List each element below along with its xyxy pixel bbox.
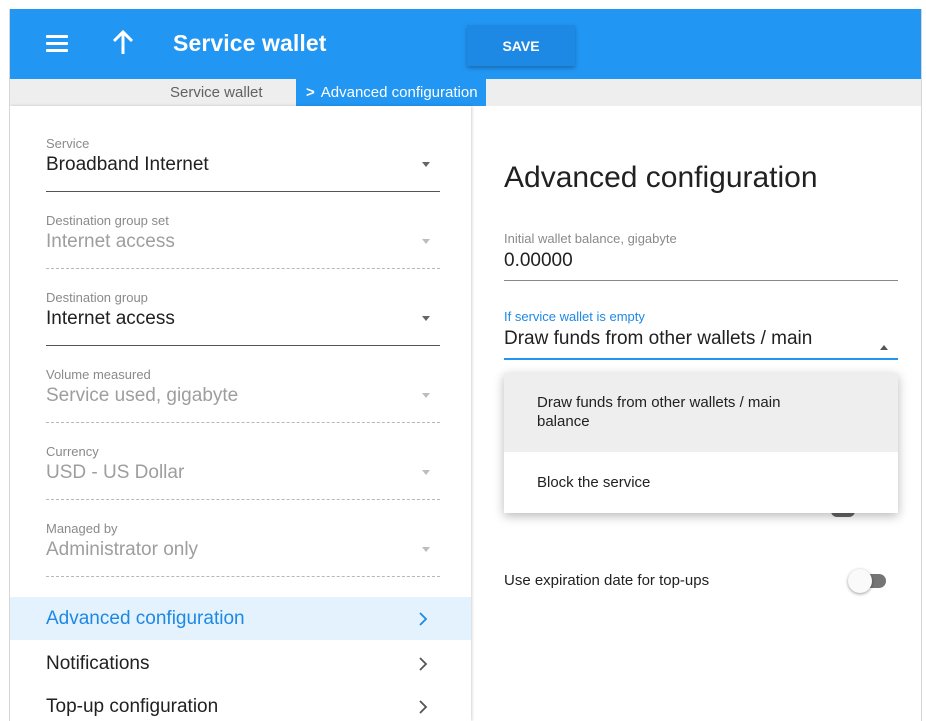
if-empty-dropdown-menu: Draw funds from other wallets / main bal… [504, 373, 898, 513]
page-title: Service wallet [173, 30, 327, 56]
chevron-right-icon: > [306, 84, 315, 101]
app-bar: Service wallet SAVE [10, 9, 921, 79]
menu-icon[interactable] [46, 35, 68, 53]
volume-measured-value: Service used, gigabyte [46, 385, 239, 406]
managed-by-label: Managed by [46, 521, 118, 536]
volume-measured-label: Volume measured [46, 367, 151, 382]
service-select[interactable]: Service Broadband Internet [46, 136, 440, 192]
chevron-right-icon [415, 611, 431, 627]
field-underline [46, 576, 440, 577]
initial-balance-label: Initial wallet balance, gigabyte [504, 231, 677, 246]
initial-balance-field[interactable]: Initial wallet balance, gigabyte 0.00000 [504, 231, 898, 281]
nav-item-label: Notifications [46, 653, 150, 674]
field-underline [46, 191, 440, 192]
app-window: Service wallet SAVE Service wallet > Adva… [9, 9, 922, 721]
managed-by-value: Administrator only [46, 539, 199, 560]
volume-measured-select: Volume measured Service used, gigabyte [46, 367, 440, 423]
chevron-right-icon [415, 699, 431, 715]
expiration-date-row: Use expiration date for top-ups [504, 569, 898, 593]
currency-value: USD - US Dollar [46, 462, 185, 483]
nav-item-label: Advanced configuration [46, 608, 245, 629]
caret-down-icon [422, 470, 430, 475]
if-empty-select[interactable]: If service wallet is empty Draw funds fr… [504, 309, 898, 360]
currency-label: Currency [46, 444, 99, 459]
caret-up-icon [880, 345, 888, 350]
left-panel: Service Broadband Internet Destination g… [10, 106, 471, 721]
nav-item-advanced-configuration[interactable]: Advanced configuration [10, 597, 471, 640]
option-block-service[interactable]: Block the service [504, 452, 898, 513]
expiration-date-label: Use expiration date for top-ups [504, 572, 710, 589]
field-underline [46, 345, 440, 346]
nav-item-notifications[interactable]: Notifications [10, 642, 471, 685]
destination-group-set-label: Destination group set [46, 213, 169, 228]
right-panel: Advanced configuration Initial wallet ba… [471, 106, 921, 721]
field-underline [504, 280, 898, 281]
if-empty-label: If service wallet is empty [504, 309, 645, 324]
destination-group-set-value: Internet access [46, 231, 175, 252]
expiration-date-toggle[interactable] [848, 569, 888, 593]
chevron-right-icon [415, 656, 431, 672]
caret-down-icon [422, 239, 430, 244]
field-underline [46, 422, 440, 423]
nav-item-top-up-configuration[interactable]: Top-up configuration [10, 685, 471, 721]
toggle-thumb [848, 569, 872, 593]
section-title: Advanced configuration [504, 161, 818, 194]
field-underline [46, 499, 440, 500]
field-underline [504, 358, 898, 360]
field-underline [46, 268, 440, 269]
nav-item-label: Top-up configuration [46, 696, 219, 717]
caret-down-icon [422, 162, 430, 167]
option-label: Block the service [537, 474, 651, 491]
destination-group-select[interactable]: Destination group Internet access [46, 290, 440, 346]
service-value: Broadband Internet [46, 154, 209, 175]
service-label: Service [46, 136, 90, 151]
initial-balance-value: 0.00000 [504, 250, 573, 271]
option-draw-funds[interactable]: Draw funds from other wallets / main bal… [504, 373, 898, 452]
caret-down-icon [422, 393, 430, 398]
destination-group-label: Destination group [46, 290, 148, 305]
option-label: Draw funds from other wallets / main bal… [537, 394, 781, 430]
breadcrumb-parent[interactable]: Service wallet [170, 79, 271, 106]
destination-group-set-select: Destination group set Internet access [46, 213, 440, 269]
breadcrumb: Service wallet > Advanced configuration [10, 79, 921, 106]
currency-select: Currency USD - US Dollar [46, 444, 440, 500]
caret-down-icon [422, 547, 430, 552]
managed-by-select: Managed by Administrator only [46, 521, 440, 577]
caret-down-icon [422, 316, 430, 321]
if-empty-value: Draw funds from other wallets / main [504, 328, 813, 349]
arrow-up-icon[interactable] [110, 29, 136, 57]
breadcrumb-current[interactable]: > Advanced configuration [296, 79, 486, 106]
save-button[interactable]: SAVE [467, 25, 575, 66]
destination-group-value: Internet access [46, 308, 175, 329]
breadcrumb-current-label: Advanced configuration [320, 84, 478, 101]
